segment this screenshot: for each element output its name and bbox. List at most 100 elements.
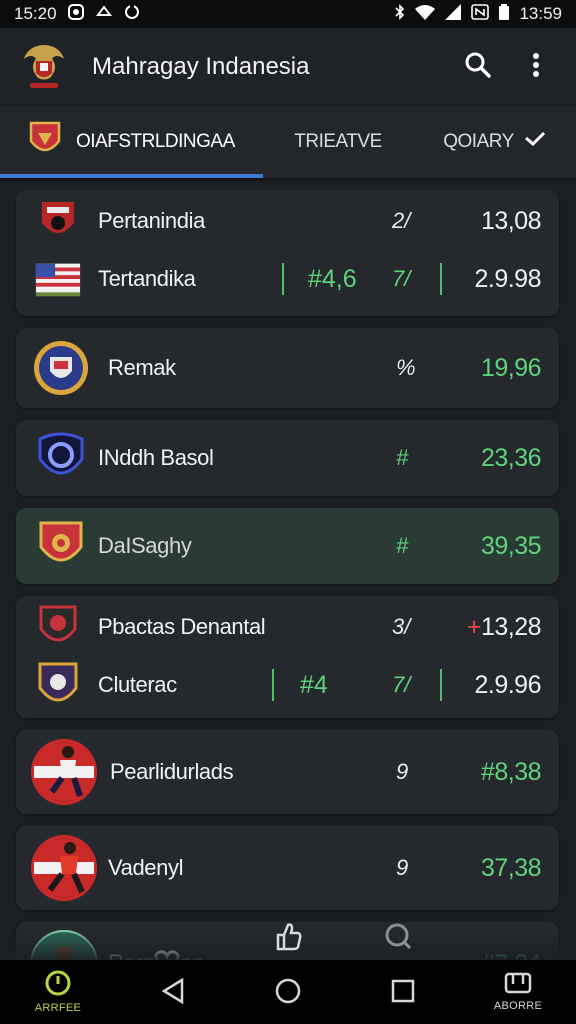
divider <box>272 669 274 701</box>
table-row[interactable]: Remak % 19,96 <box>16 328 559 408</box>
team-name: Remak <box>108 355 176 380</box>
overflow-menu-button[interactable] <box>516 47 556 87</box>
thumbs-up-icon <box>274 921 302 956</box>
list-item[interactable]: Remak % 19,96 <box>16 328 559 408</box>
nfc-icon <box>471 3 490 25</box>
bluetooth-icon <box>395 3 405 25</box>
more-vert-icon <box>532 52 540 83</box>
player-avatar <box>30 834 98 902</box>
back-triangle-icon <box>160 977 186 1008</box>
status-time-secondary: 13:59 <box>519 4 562 23</box>
tab-label: TRIEATVE <box>294 131 382 152</box>
nav-home-label: ARRFEE <box>34 1002 82 1014</box>
app-title: Mahragay Indanesia <box>92 53 310 80</box>
app-logo[interactable] <box>20 41 68 93</box>
team-mark: 2/ <box>392 208 411 233</box>
table-row[interactable]: Cluterac #4 7/ 2.9.96 <box>16 656 559 714</box>
team-name: Cluterac <box>98 672 177 697</box>
list-item[interactable]: INddh Basol # 23,36 <box>16 420 559 496</box>
divider <box>282 263 284 295</box>
team-score: #4,6 <box>308 264 357 293</box>
team-mark: 9 <box>396 759 409 784</box>
team-mark: # <box>396 445 409 470</box>
team-value: 13,08 <box>480 206 542 235</box>
like-button[interactable] <box>268 918 308 958</box>
team-crest-icon <box>32 429 90 487</box>
team-crest-icon <box>34 197 82 245</box>
team-crest-icon <box>32 517 90 575</box>
nav-recents[interactable] <box>365 978 441 1007</box>
search-zoom-icon <box>383 921 413 956</box>
flag-icon <box>34 255 82 303</box>
nav-home[interactable]: ARRFEE <box>20 970 96 1014</box>
nav-home-circle[interactable] <box>250 977 326 1008</box>
team-value: 39,35 <box>480 531 542 560</box>
divider <box>440 669 442 701</box>
team-name: Vadenyl <box>108 855 184 880</box>
list-item[interactable]: Pbactas Denantal 3/ +13,28 Cluterac #4 7… <box>16 596 559 718</box>
team-name: Pearlidurlads <box>110 759 234 784</box>
tab-bar: OIAFSTRLDINGAA TRIEATVE QOIARY <box>0 106 576 178</box>
team-mark: % <box>396 355 416 380</box>
tab-quarry[interactable]: QOIARY <box>413 106 576 178</box>
tab-relative[interactable]: TRIEATVE <box>263 106 413 178</box>
list-item[interactable]: Pearlidurlads 9 #8,38 <box>16 730 559 814</box>
list-item[interactable]: Vadenyl 9 37,38 <box>16 826 559 910</box>
list-item[interactable]: Pertanindia 2/ 13,08 Tertandika #4,6 7/ … <box>16 190 559 316</box>
table-row[interactable]: Tertandika #4,6 7/ 2.9.98 <box>16 250 559 308</box>
search-icon <box>464 51 492 84</box>
team-mark: # <box>396 533 409 558</box>
team-name: Tertandika <box>98 266 196 291</box>
table-row[interactable]: INddh Basol # 23,36 <box>16 420 559 496</box>
standings-list: Pertanindia 2/ 13,08 Tertandika #4,6 7/ … <box>16 190 559 1018</box>
home-circle-icon <box>274 977 302 1008</box>
player-avatar <box>30 738 98 806</box>
battery-icon <box>499 3 510 25</box>
bottom-nav: ARRFEE ABORRE <box>0 960 576 1024</box>
club-crest-icon <box>28 119 62 165</box>
chevron-check-icon <box>524 130 546 154</box>
team-mark: 7/ <box>392 266 411 291</box>
table-row[interactable]: Pertanindia 2/ 13,08 <box>16 192 559 250</box>
recents-square-icon <box>390 978 416 1007</box>
tab-label: OIAFSTRLDINGAA <box>76 131 235 152</box>
change-sign: + <box>466 612 482 641</box>
signal-icon <box>445 3 462 25</box>
team-score: #4 <box>300 670 328 699</box>
wifi-icon <box>415 4 436 25</box>
team-value: 37,38 <box>480 853 542 882</box>
app-bar: Mahragay Indanesia <box>0 28 576 106</box>
team-value: 2.9.96 <box>474 670 541 699</box>
table-row[interactable]: Pbactas Denantal 3/ +13,28 <box>16 598 559 656</box>
nav-more-label: ABORRE <box>493 1000 543 1012</box>
team-value: +13,28 <box>466 612 542 642</box>
team-crest-icon <box>34 603 82 651</box>
team-value: #8,38 <box>480 757 542 786</box>
table-row[interactable]: DaISaghy # 39,35 <box>16 508 559 584</box>
nav-back[interactable] <box>135 977 211 1008</box>
table-row[interactable]: Pearlidurlads 9 #8,38 <box>16 730 559 814</box>
sync-icon <box>123 3 141 26</box>
team-name: Pertanindia <box>98 208 205 233</box>
list-item-selected[interactable]: DaISaghy # 39,35 <box>16 508 559 584</box>
team-name: Pbactas Denantal <box>98 614 266 639</box>
divider <box>440 263 442 295</box>
status-time: 15:20 <box>14 4 57 23</box>
power-icon <box>45 970 71 999</box>
team-name: INddh Basol <box>98 445 214 470</box>
tab-label: QOIARY <box>443 131 514 152</box>
search-button[interactable] <box>458 47 498 87</box>
nav-more[interactable]: ABORRE <box>480 972 556 1012</box>
zoom-button[interactable] <box>378 918 418 958</box>
team-mark: 9 <box>396 855 409 880</box>
table-row[interactable]: Vadenyl 9 37,38 <box>16 826 559 910</box>
team-crest-icon <box>32 339 90 397</box>
team-value: 23,36 <box>480 443 542 472</box>
app-notification-icon <box>95 3 113 26</box>
value-number: 13,28 <box>480 612 542 641</box>
notification-icon <box>67 3 85 26</box>
tab-standings[interactable]: OIAFSTRLDINGAA <box>0 106 263 178</box>
team-value: 19,96 <box>480 353 542 382</box>
team-mark: 3/ <box>392 614 411 639</box>
team-name: DaISaghy <box>98 533 192 558</box>
